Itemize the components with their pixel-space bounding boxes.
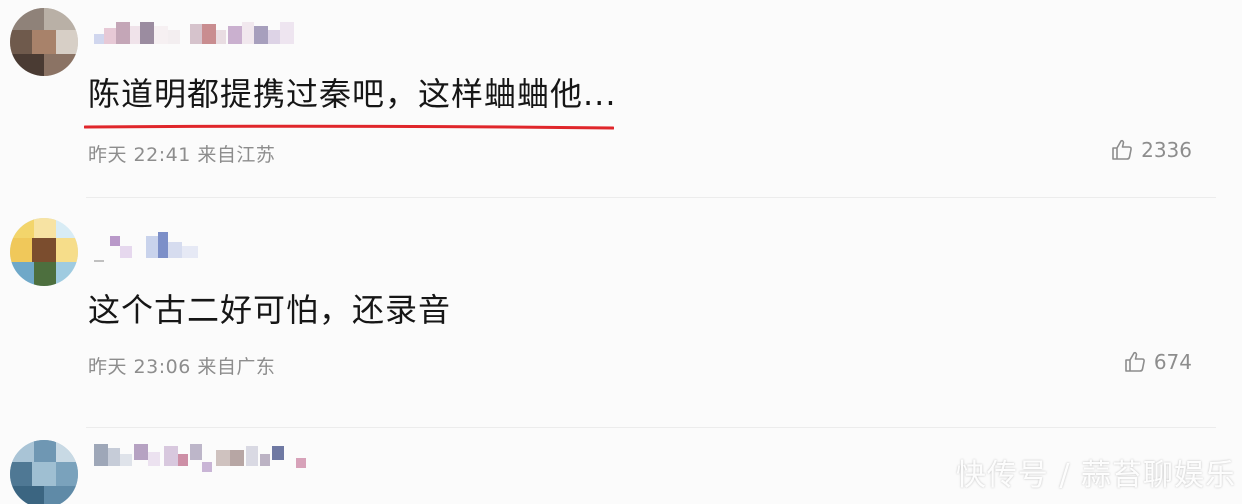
comment-text: 这个古二好可怕，还录音 [88,291,452,329]
comment-list: 陈道明都提携过秦吧，这样蛐蛐他... 昨天 22:41 来自江苏 2336 这个… [0,0,1242,504]
username-pixelated[interactable] [94,232,394,266]
comment-meta: 昨天 23:06 来自广东 [88,356,276,378]
like-count: 2336 [1141,138,1192,162]
avatar[interactable] [10,440,78,504]
comment-item: 陈道明都提携过秦吧，这样蛐蛐他... 昨天 22:41 来自江苏 2336 [0,0,1242,198]
like-button[interactable]: 674 [1124,350,1192,374]
comment-meta: 昨天 22:41 来自江苏 [88,144,276,166]
username-pixelated[interactable] [94,440,394,474]
avatar[interactable] [10,218,78,286]
avatar[interactable] [10,8,78,76]
red-underline [84,124,614,130]
like-button[interactable]: 2336 [1111,138,1192,162]
watermark: 快传号 / 蒜苔聊娱乐 [955,458,1236,493]
like-count: 674 [1153,350,1192,374]
comment-text: 陈道明都提携过秦吧，这样蛐蛐他... [88,75,617,113]
thumbs-up-icon [1112,139,1132,160]
thumbs-up-icon [1125,351,1145,372]
comment-item: 这个古二好可怕，还录音 昨天 23:06 来自广东 674 [0,198,1242,428]
username-pixelated[interactable] [94,16,394,50]
